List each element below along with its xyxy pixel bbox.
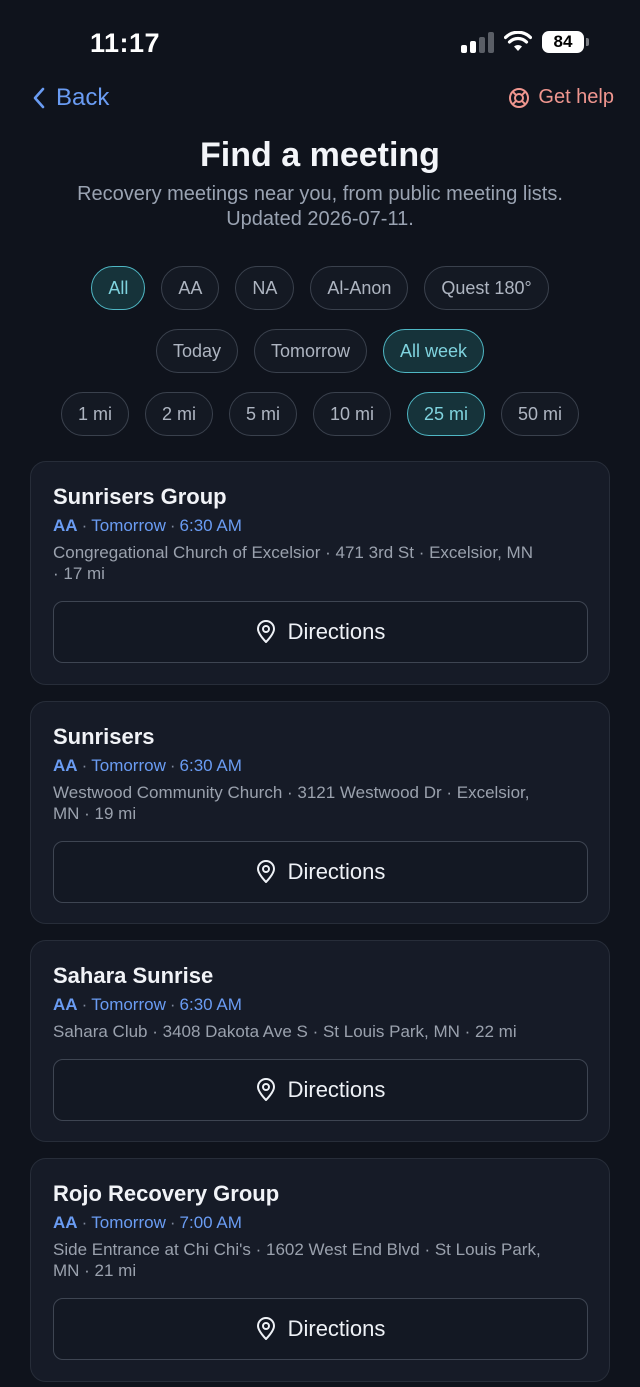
meeting-distance: MN · 21 mi [53, 1261, 137, 1280]
meeting-meta: AA · Tomorrow · 7:00 AM [53, 1213, 242, 1232]
page-subtitle: Recovery meetings near you, from public … [40, 182, 600, 232]
cellular-signal-icon [461, 31, 494, 53]
status-icons: 84 [461, 31, 589, 53]
map-pin-icon [256, 1317, 275, 1340]
meeting-fellowship: AA [53, 1213, 78, 1232]
meeting-card: Sunrisers Group AA · Tomorrow · 6:30 AM Cong… [30, 461, 610, 685]
meeting-fellowship: AA [53, 995, 78, 1014]
meeting-name: Sunrisers Group [53, 484, 227, 509]
wifi-icon [504, 31, 532, 51]
directions-button[interactable]: Directions [53, 1059, 588, 1121]
meeting-name: Sahara Sunrise [53, 963, 214, 988]
meeting-meta: AA · Tomorrow · 6:30 AM [53, 516, 242, 535]
meeting-day: Tomorrow [91, 995, 166, 1014]
directions-button[interactable]: Directions [53, 841, 588, 903]
meeting-address-line: Side Entrance at Chi Chi's · 1602 West E… [53, 1240, 541, 1259]
meeting-name: Sunrisers [53, 724, 155, 749]
page-title: Find a meeting [200, 136, 440, 174]
get-help-button[interactable]: Get help [508, 86, 614, 109]
chevron-left-icon [33, 87, 45, 109]
directions-button[interactable]: Directions [53, 1298, 588, 1360]
directions-label: Directions [287, 1077, 386, 1102]
meeting-day: Tomorrow [91, 516, 166, 535]
chip-distance-50mi[interactable]: 50 mi [501, 392, 580, 436]
meeting-time: 6:30 AM [179, 516, 242, 535]
chip-type-all[interactable]: All [91, 266, 146, 310]
directions-label: Directions [287, 619, 386, 644]
chip-distance-5mi[interactable]: 5 mi [228, 392, 297, 436]
day-filter-row: Today Tomorrow All week [0, 329, 640, 373]
meeting-distance: MN · 19 mi [53, 804, 137, 823]
chip-day-tomorrow[interactable]: Tomorrow [254, 329, 368, 373]
battery-icon: 84 [542, 31, 589, 53]
meeting-card: Rojo Recovery Group AA · Tomorrow · 7:00 AM … [30, 1158, 610, 1382]
status-bar: 11:17 84 [0, 0, 640, 84]
meeting-address-line: Congregational Church of Excelsior · 471… [53, 543, 533, 562]
meeting-address-line: Sahara Club · 3408 Dakota Ave S · St Lou… [53, 1022, 517, 1041]
subtitle-updated: Updated 2026-07-11. [226, 208, 414, 230]
nav-row: Back Get help [0, 84, 640, 118]
chip-distance-2mi[interactable]: 2 mi [144, 392, 213, 436]
get-help-label: Get help [538, 86, 614, 108]
map-pin-icon [256, 860, 275, 883]
distance-filter-row: 1 mi 2 mi 5 mi 10 mi 25 mi 50 mi [0, 392, 640, 436]
meeting-fellowship: AA [53, 756, 78, 775]
chip-type-na[interactable]: NA [235, 266, 295, 310]
status-time: 11:17 [90, 28, 161, 58]
meeting-time: 7:00 AM [179, 1213, 242, 1232]
chip-type-quest-180[interactable]: Quest 180° [424, 266, 549, 310]
meeting-time: 6:30 AM [179, 995, 242, 1014]
meeting-day: Tomorrow [91, 756, 166, 775]
type-filter-row: All AA NA Al-Anon Quest 180° [0, 266, 640, 310]
meeting-distance: · 17 mi [53, 564, 105, 583]
meeting-meta: AA · Tomorrow · 6:30 AM [53, 756, 242, 775]
meeting-address-line: Westwood Community Church · 3121 Westwoo… [53, 783, 530, 802]
subtitle-line-1: Recovery meetings near you, from public … [77, 183, 563, 205]
chip-distance-25mi[interactable]: 25 mi [407, 392, 486, 436]
back-button[interactable]: Back [32, 84, 109, 112]
directions-label: Directions [287, 1316, 386, 1341]
directions-button[interactable]: Directions [53, 601, 588, 663]
directions-label: Directions [287, 859, 386, 884]
chip-type-al-anon[interactable]: Al-Anon [310, 266, 409, 310]
meeting-name: Rojo Recovery Group [53, 1181, 280, 1206]
chip-day-today[interactable]: Today [155, 329, 238, 373]
map-pin-icon [256, 620, 275, 643]
map-pin-icon [256, 1078, 275, 1101]
chip-day-all-week[interactable]: All week [383, 329, 485, 373]
meeting-time: 6:30 AM [179, 756, 242, 775]
back-label: Back [56, 84, 110, 111]
chip-distance-1mi[interactable]: 1 mi [60, 392, 129, 436]
meeting-address: Sahara Club · 3408 Dakota Ave S · St Lou… [53, 1021, 593, 1042]
chip-distance-10mi[interactable]: 10 mi [313, 392, 392, 436]
meeting-day: Tomorrow [91, 1213, 166, 1232]
chip-type-aa[interactable]: AA [161, 266, 220, 310]
meeting-address: Side Entrance at Chi Chi's · 1602 West E… [53, 1239, 593, 1281]
meeting-card: Sunrisers AA · Tomorrow · 6:30 AM Westwood C… [30, 701, 610, 924]
meeting-card: Sahara Sunrise AA · Tomorrow · 6:30 AM Sahar… [30, 940, 610, 1142]
meeting-fellowship: AA [53, 516, 78, 535]
meeting-address: Congregational Church of Excelsior · 471… [53, 542, 593, 584]
lifebuoy-icon [509, 87, 530, 108]
meeting-meta: AA · Tomorrow · 6:30 AM [53, 995, 242, 1014]
meeting-address: Westwood Community Church · 3121 Westwoo… [53, 782, 593, 824]
